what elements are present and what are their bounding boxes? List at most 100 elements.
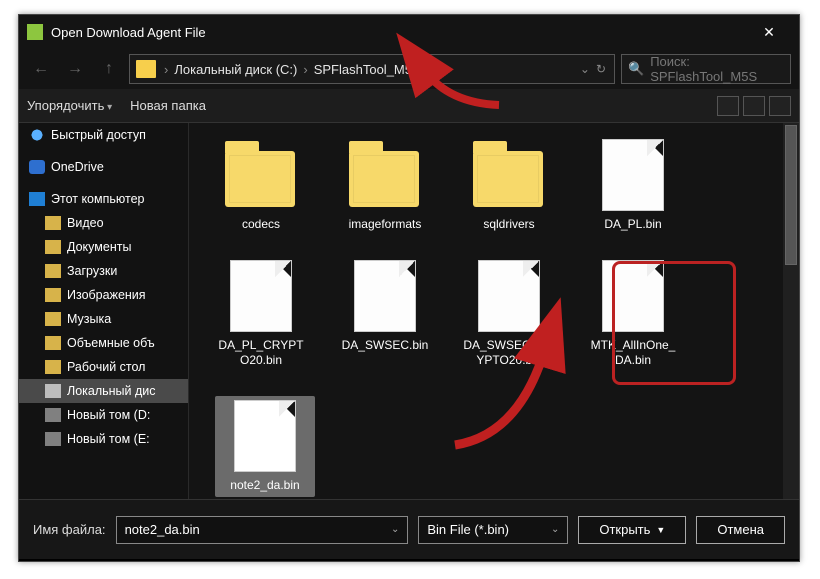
bottom-bar: Имя файла: note2_da.bin ⌄ Bin File (*.bi… (19, 499, 799, 559)
filename-label: Имя файла: (33, 522, 106, 537)
chevron-right-icon: › (162, 62, 170, 77)
file-item[interactable]: DA_SWSEC.bin (339, 260, 431, 368)
file-label: MTK_AllInOne_DA.bin (587, 338, 679, 368)
search-icon: 🔍 (628, 61, 644, 77)
view-thumbnails-icon[interactable] (717, 96, 739, 116)
folder-icon (136, 60, 156, 78)
file-icon (234, 400, 296, 472)
sidebar-item[interactable]: Новый том (D: (19, 403, 188, 427)
search-placeholder: Поиск: SPFlashTool_M5S (650, 54, 784, 84)
sidebar-item[interactable]: OneDrive (19, 155, 188, 179)
sidebar-item-label: Объемные объ (67, 336, 155, 350)
sidebar-item[interactable]: Новый том (E: (19, 427, 188, 451)
breadcrumb-drive[interactable]: Локальный диск (C:) (170, 62, 301, 77)
sidebar-item-label: Новый том (E: (67, 432, 150, 446)
sidebar-item[interactable]: Документы (19, 235, 188, 259)
sidebar-item[interactable]: Объемные объ (19, 331, 188, 355)
sidebar-icon (45, 360, 61, 374)
close-button[interactable]: ✕ (747, 15, 791, 49)
folder-item[interactable]: codecs (215, 139, 307, 232)
chevron-down-icon[interactable]: ⌄ (551, 524, 559, 535)
folder-icon (225, 151, 295, 207)
cancel-button[interactable]: Отмена (696, 516, 785, 544)
sidebar-item-label: Документы (67, 240, 131, 254)
scrollbar[interactable] (783, 123, 799, 499)
sidebar-item[interactable]: Изображения (19, 283, 188, 307)
new-folder-button[interactable]: Новая папка (130, 98, 206, 113)
file-label: codecs (242, 217, 280, 232)
scrollbar-thumb[interactable] (785, 125, 797, 265)
window-title: Open Download Agent File (51, 25, 747, 40)
navigation-sidebar: Быстрый доступ OneDrive Этот компьютер Виде… (19, 123, 189, 499)
open-button[interactable]: Открыть▼ (578, 516, 686, 544)
file-icon (602, 139, 664, 211)
refresh-icon[interactable]: ↻ (596, 62, 606, 76)
sidebar-icon (45, 336, 61, 350)
sidebar-item[interactable]: Рабочий стол (19, 355, 188, 379)
toolbar: Упорядочить Новая папка (19, 89, 799, 123)
main-area: Быстрый доступ OneDrive Этот компьютер Виде… (19, 123, 799, 499)
chevron-down-icon[interactable]: ⌄ (391, 524, 399, 535)
file-icon (230, 260, 292, 332)
sidebar-item-label: Быстрый доступ (51, 128, 146, 142)
nav-back-button[interactable]: ← (27, 55, 55, 83)
file-label: note2_da.bin (230, 478, 299, 493)
filetype-select[interactable]: Bin File (*.bin) ⌄ (418, 516, 568, 544)
chevron-right-icon: › (425, 62, 433, 77)
nav-forward-button[interactable]: → (61, 55, 89, 83)
folder-item[interactable]: imageformats (339, 139, 431, 232)
address-bar[interactable]: › Локальный диск (C:) › SPFlashTool_M5S … (129, 54, 615, 84)
app-icon (27, 24, 43, 40)
folder-icon (473, 151, 543, 207)
filename-input[interactable]: note2_da.bin ⌄ (116, 516, 409, 544)
sidebar-item-label: Новый том (D: (67, 408, 150, 422)
sidebar-item-label: Изображения (67, 288, 146, 302)
sidebar-item[interactable]: Музыка (19, 307, 188, 331)
sidebar-icon (45, 384, 61, 398)
sidebar-item-label: Локальный дис (67, 384, 156, 398)
organize-menu[interactable]: Упорядочить (27, 98, 112, 113)
sidebar-item-label: Музыка (67, 312, 111, 326)
help-icon[interactable] (769, 96, 791, 116)
nav-up-button[interactable]: ↑ (95, 55, 123, 83)
sidebar-icon (45, 216, 61, 230)
sidebar-icon (45, 264, 61, 278)
breadcrumb-folder[interactable]: SPFlashTool_M5S (310, 62, 425, 77)
sidebar-icon (45, 312, 61, 326)
sidebar-icon (45, 408, 61, 422)
chevron-down-icon[interactable]: ⌄ (580, 62, 590, 76)
sidebar-icon (45, 288, 61, 302)
file-label: imageformats (349, 217, 422, 232)
search-input[interactable]: 🔍 Поиск: SPFlashTool_M5S (621, 54, 791, 84)
sidebar-icon (29, 192, 45, 206)
sidebar-item[interactable]: Локальный дис (19, 379, 188, 403)
filetype-value: Bin File (*.bin) (427, 522, 509, 537)
sidebar-item-label: Видео (67, 216, 104, 230)
file-list[interactable]: codecs imageformats sqldrivers DA_PL.bin DA_… (189, 123, 799, 499)
sidebar-item[interactable]: Загрузки (19, 259, 188, 283)
sidebar-item[interactable]: Быстрый доступ (19, 123, 188, 147)
sidebar-icon (45, 432, 61, 446)
file-label: sqldrivers (483, 217, 534, 232)
file-icon (354, 260, 416, 332)
address-row: ← → ↑ › Локальный диск (C:) › SPFlashToo… (19, 49, 799, 89)
file-item[interactable]: DA_SWSEC_CRYPTO20.bin (463, 260, 555, 368)
file-label: DA_SWSEC_CRYPTO20.bin (463, 338, 555, 368)
folder-item[interactable]: sqldrivers (463, 139, 555, 232)
sidebar-item-label: OneDrive (51, 160, 104, 174)
file-item[interactable]: MTK_AllInOne_DA.bin (587, 260, 679, 368)
view-details-icon[interactable] (743, 96, 765, 116)
sidebar-item[interactable]: Видео (19, 211, 188, 235)
sidebar-icon (29, 128, 45, 142)
filename-value: note2_da.bin (125, 522, 200, 537)
sidebar-item[interactable]: Этот компьютер (19, 187, 188, 211)
file-item[interactable]: DA_PL.bin (587, 139, 679, 232)
file-label: DA_PL_CRYPTO20.bin (215, 338, 307, 368)
sidebar-item-label: Загрузки (67, 264, 117, 278)
chevron-right-icon: › (301, 62, 309, 77)
file-label: DA_PL.bin (604, 217, 661, 232)
file-item[interactable]: DA_PL_CRYPTO20.bin (215, 260, 307, 368)
file-item[interactable]: note2_da.bin (215, 396, 315, 497)
sidebar-item-label: Этот компьютер (51, 192, 144, 206)
sidebar-item-label: Рабочий стол (67, 360, 145, 374)
